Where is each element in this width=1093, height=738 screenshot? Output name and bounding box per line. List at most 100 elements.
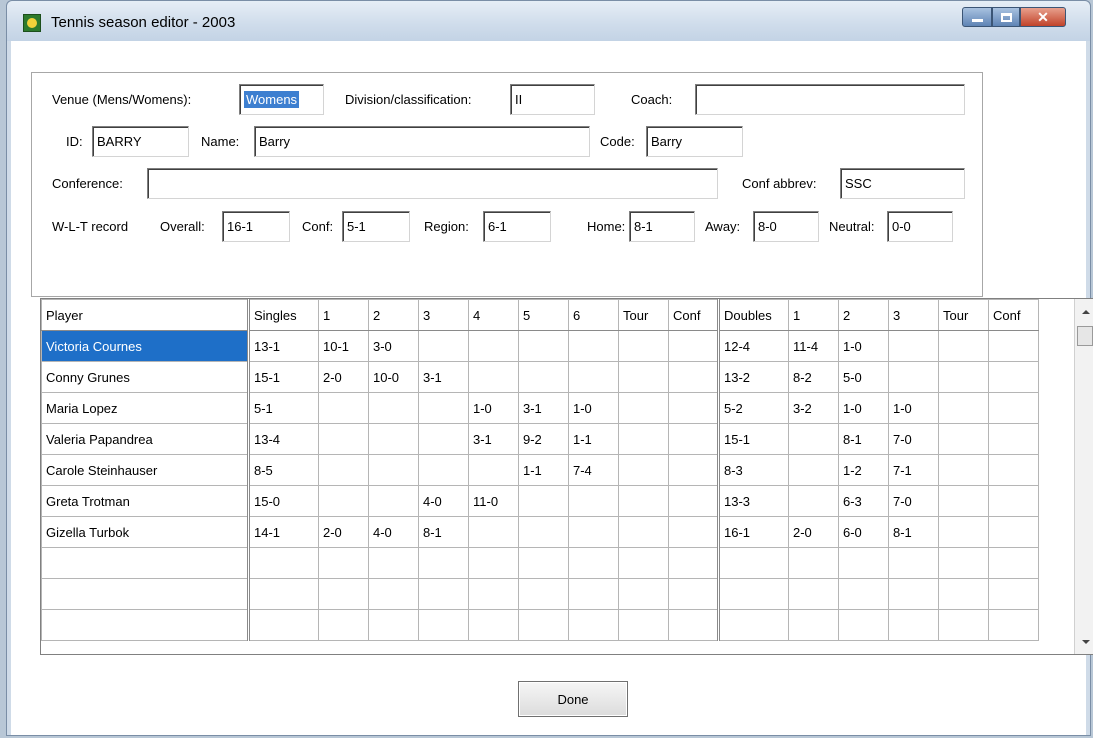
record-cell[interactable] <box>248 547 319 579</box>
record-cell[interactable] <box>468 330 519 362</box>
record-cell[interactable] <box>248 609 319 641</box>
scroll-down-icon[interactable] <box>1082 640 1090 644</box>
column-header[interactable]: 6 <box>568 299 619 331</box>
record-cell[interactable]: 7-0 <box>888 485 939 517</box>
away-input[interactable]: 8-0 <box>753 211 819 242</box>
record-cell[interactable] <box>618 516 669 548</box>
record-cell[interactable]: 1-0 <box>838 392 889 424</box>
record-cell[interactable]: 6-3 <box>838 485 889 517</box>
record-cell[interactable]: 6-0 <box>838 516 889 548</box>
column-header[interactable]: 1 <box>788 299 839 331</box>
record-cell[interactable]: 15-0 <box>248 485 319 517</box>
table-row[interactable] <box>41 578 1039 610</box>
record-cell[interactable]: 8-2 <box>788 361 839 393</box>
column-header[interactable]: 4 <box>468 299 519 331</box>
record-cell[interactable] <box>938 361 989 393</box>
record-cell[interactable] <box>838 609 889 641</box>
column-header[interactable]: Player <box>41 299 250 331</box>
record-cell[interactable] <box>988 361 1039 393</box>
record-cell[interactable] <box>418 547 469 579</box>
record-cell[interactable] <box>668 361 720 393</box>
conf-record-input[interactable]: 5-1 <box>342 211 410 242</box>
player-name-cell[interactable] <box>41 578 250 610</box>
record-cell[interactable] <box>938 454 989 486</box>
record-cell[interactable] <box>938 485 989 517</box>
maximize-button[interactable] <box>992 7 1020 27</box>
record-cell[interactable]: 5-0 <box>838 361 889 393</box>
record-cell[interactable]: 8-1 <box>418 516 469 548</box>
record-cell[interactable]: 5-2 <box>718 392 789 424</box>
conference-input[interactable] <box>147 168 718 199</box>
record-cell[interactable] <box>248 578 319 610</box>
scroll-thumb[interactable] <box>1077 326 1093 346</box>
table-row[interactable] <box>41 609 1039 641</box>
record-cell[interactable] <box>988 423 1039 455</box>
record-cell[interactable] <box>788 547 839 579</box>
record-cell[interactable] <box>518 578 569 610</box>
record-cell[interactable] <box>518 485 569 517</box>
record-cell[interactable] <box>568 547 619 579</box>
record-cell[interactable]: 1-1 <box>568 423 619 455</box>
record-cell[interactable] <box>938 516 989 548</box>
player-name-cell[interactable]: Greta Trotman <box>41 485 250 517</box>
record-cell[interactable] <box>518 516 569 548</box>
record-cell[interactable] <box>618 423 669 455</box>
record-cell[interactable] <box>418 423 469 455</box>
overall-input[interactable]: 16-1 <box>222 211 290 242</box>
record-cell[interactable]: 11-4 <box>788 330 839 362</box>
record-cell[interactable]: 1-0 <box>838 330 889 362</box>
record-cell[interactable]: 8-3 <box>718 454 789 486</box>
record-cell[interactable] <box>368 392 419 424</box>
record-cell[interactable] <box>568 516 619 548</box>
record-cell[interactable] <box>888 547 939 579</box>
done-button[interactable]: Done <box>518 681 628 717</box>
record-cell[interactable] <box>718 578 789 610</box>
venue-input[interactable]: Womens <box>239 84 324 115</box>
record-cell[interactable] <box>468 547 519 579</box>
record-cell[interactable] <box>938 578 989 610</box>
player-name-cell[interactable] <box>41 547 250 579</box>
record-cell[interactable] <box>618 609 669 641</box>
record-cell[interactable]: 1-0 <box>888 392 939 424</box>
table-row[interactable]: Conny Grunes 15-1 2-0 10-0 3-1 13-2 8-2 5-0 <box>41 361 1039 393</box>
player-name-cell[interactable]: Conny Grunes <box>41 361 250 393</box>
record-cell[interactable] <box>668 485 720 517</box>
record-cell[interactable] <box>988 609 1039 641</box>
record-cell[interactable]: 7-1 <box>888 454 939 486</box>
record-cell[interactable] <box>988 454 1039 486</box>
record-cell[interactable] <box>368 485 419 517</box>
coach-input[interactable] <box>695 84 965 115</box>
division-input[interactable]: II <box>510 84 595 115</box>
record-cell[interactable] <box>518 361 569 393</box>
player-name-cell[interactable]: Carole Steinhauser <box>41 454 250 486</box>
conf-abbrev-input[interactable]: SSC <box>840 168 965 199</box>
record-cell[interactable] <box>368 578 419 610</box>
record-cell[interactable]: 3-0 <box>368 330 419 362</box>
record-cell[interactable] <box>988 392 1039 424</box>
record-cell[interactable] <box>718 547 789 579</box>
record-cell[interactable] <box>988 330 1039 362</box>
record-cell[interactable] <box>718 609 789 641</box>
record-cell[interactable]: 13-4 <box>248 423 319 455</box>
record-cell[interactable] <box>988 485 1039 517</box>
record-cell[interactable] <box>618 330 669 362</box>
close-button[interactable]: ✕ <box>1020 7 1066 27</box>
record-cell[interactable]: 2-0 <box>318 361 369 393</box>
record-cell[interactable] <box>668 578 720 610</box>
vertical-scrollbar[interactable] <box>1074 299 1093 654</box>
record-cell[interactable]: 12-4 <box>718 330 789 362</box>
region-input[interactable]: 6-1 <box>483 211 551 242</box>
record-cell[interactable] <box>668 330 720 362</box>
record-cell[interactable] <box>668 423 720 455</box>
neutral-input[interactable]: 0-0 <box>887 211 953 242</box>
title-bar[interactable]: Tennis season editor - 2003 ✕ <box>7 1 1090 41</box>
record-cell[interactable] <box>318 578 369 610</box>
record-cell[interactable] <box>988 516 1039 548</box>
scroll-up-icon[interactable] <box>1082 310 1090 314</box>
record-cell[interactable]: 4-0 <box>418 485 469 517</box>
record-cell[interactable]: 8-5 <box>248 454 319 486</box>
record-cell[interactable]: 7-0 <box>888 423 939 455</box>
record-cell[interactable] <box>468 361 519 393</box>
record-cell[interactable]: 10-1 <box>318 330 369 362</box>
record-cell[interactable]: 5-1 <box>248 392 319 424</box>
